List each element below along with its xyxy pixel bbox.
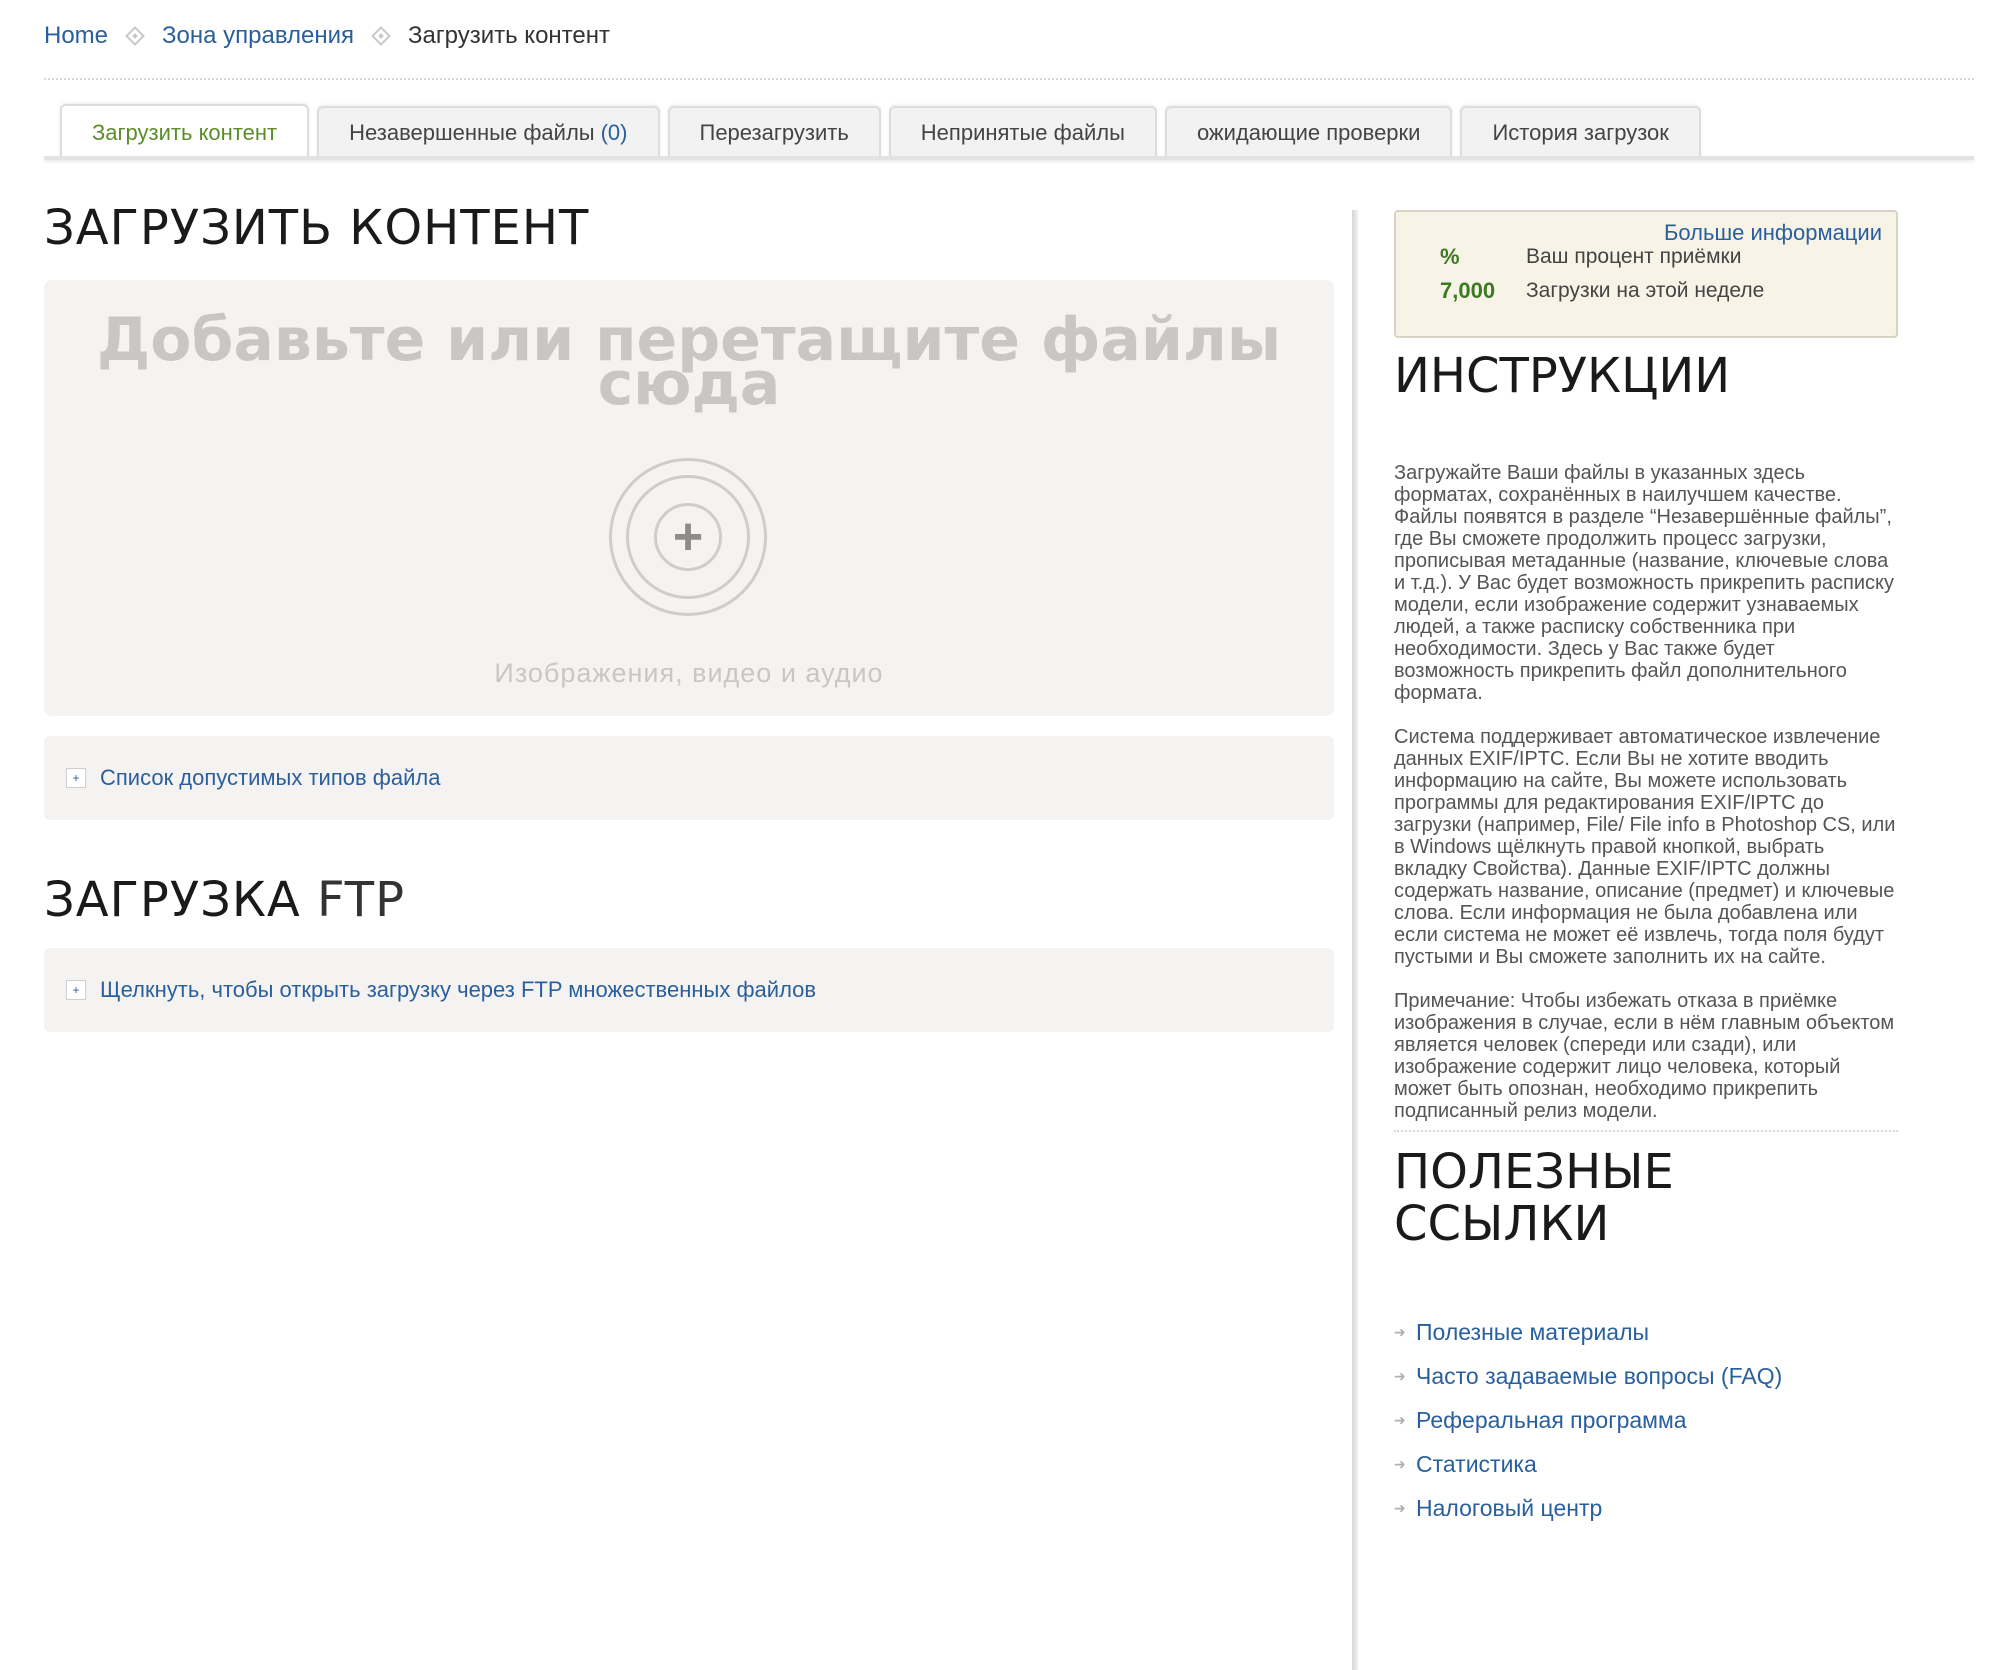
referral-program-link[interactable]: Реферальная программа — [1416, 1407, 1687, 1434]
stat-row: 7,000 Загрузки на этой неделе — [1440, 278, 1764, 304]
arrow-right-icon: ➜ — [1394, 1499, 1406, 1516]
dropzone-title: Добавьте или перетащите файлы сюда — [96, 305, 1282, 419]
tab-upload-content[interactable]: Загрузить контент — [60, 104, 310, 160]
tab-count-badge: (0) — [600, 120, 628, 145]
list-item: ➜ Статистика — [1394, 1442, 1898, 1486]
stat-row: % Ваш процент приёмки — [1440, 244, 1741, 270]
breadcrumb-separator-icon — [371, 26, 391, 46]
tab-rejected-files[interactable]: Непринятые файлы — [888, 106, 1157, 158]
tab-reupload[interactable]: Перезагрузить — [667, 106, 881, 158]
list-item: ➜ Налоговый центр — [1394, 1486, 1898, 1530]
more-info-link[interactable]: Больше информации — [1664, 220, 1882, 246]
arrow-right-icon: ➜ — [1394, 1367, 1406, 1384]
breadcrumb-zone-link[interactable]: Зона управления — [162, 22, 354, 50]
plus-icon: + — [654, 503, 722, 571]
instructions-paragraph: Примечание: Чтобы избежать отказа в приё… — [1394, 990, 1895, 1122]
page-title: ЗАГРУЗИТЬ КОНТЕНТ — [44, 200, 590, 256]
file-types-expander[interactable]: + Список допустимых типов файла — [44, 736, 1334, 820]
stat-label: Загрузки на этой неделе — [1526, 279, 1765, 302]
list-item: ➜ Полезные материалы — [1394, 1310, 1898, 1354]
stat-value: % — [1440, 244, 1460, 269]
tab-bar: Загрузить контент Незавершенные файлы (0)… — [60, 104, 1701, 160]
stat-value: 7,000 — [1440, 278, 1496, 303]
tab-label: Загрузить контент — [92, 120, 278, 145]
add-files-icon[interactable]: + — [609, 458, 767, 616]
sidebar: Больше информации % Ваш процент приёмки … — [1394, 210, 1898, 1530]
tab-label: Перезагрузить — [699, 120, 849, 145]
tab-label: Незавершенные файлы — [349, 120, 595, 145]
tab-bar-underline — [44, 156, 1974, 160]
useful-links-title: ПОЛЕЗНЫЕ ССЫЛКИ — [1394, 1146, 1898, 1250]
instructions-text: Загружайте Ваши файлы в указанных здесь … — [1394, 462, 1898, 1122]
tab-pending-review[interactable]: ожидающие проверки — [1164, 106, 1453, 158]
stat-label: Ваш процент приёмки — [1526, 245, 1742, 268]
ftp-section-title: ЗАГРУЗКА FTP — [44, 872, 1334, 928]
useful-materials-link[interactable]: Полезные материалы — [1416, 1319, 1649, 1346]
column-divider — [1352, 210, 1358, 1670]
breadcrumb-separator-icon — [125, 26, 145, 46]
arrow-right-icon: ➜ — [1394, 1411, 1406, 1428]
instructions-title: ИНСТРУКЦИИ — [1394, 348, 1731, 404]
instructions-paragraph: Загружайте Ваши файлы в указанных здесь … — [1394, 462, 1894, 704]
ftp-expander[interactable]: + Щелкнуть, чтобы открыть загрузку через… — [44, 948, 1334, 1032]
file-dropzone[interactable]: Добавьте или перетащите файлы сюда + Изо… — [44, 280, 1334, 716]
file-types-link[interactable]: Список допустимых типов файла — [100, 765, 440, 791]
statistics-link[interactable]: Статистика — [1416, 1451, 1537, 1478]
breadcrumb: Home Зона управления Загрузить контент — [44, 22, 610, 50]
tax-center-link[interactable]: Налоговый центр — [1416, 1495, 1602, 1522]
faq-link[interactable]: Часто задаваемые вопросы (FAQ) — [1416, 1363, 1782, 1390]
breadcrumb-current: Загрузить контент — [408, 22, 610, 49]
expand-icon: + — [66, 768, 86, 788]
list-item: ➜ Реферальная программа — [1394, 1398, 1898, 1442]
dropzone-subtitle: Изображения, видео и аудио — [494, 658, 884, 688]
ftp-upload-link[interactable]: Щелкнуть, чтобы открыть загрузку через F… — [100, 977, 816, 1003]
stats-box: Больше информации % Ваш процент приёмки … — [1394, 210, 1898, 338]
useful-links-title-line: ПОЛЕЗНЫЕ — [1394, 1144, 1674, 1200]
arrow-right-icon: ➜ — [1394, 1455, 1406, 1472]
tab-label: История загрузок — [1492, 120, 1669, 145]
ftp-title-bold: ЗАГРУЗКА — [44, 872, 301, 928]
useful-links-title-line: ССЫЛКИ — [1394, 1196, 1610, 1252]
ftp-title-light: FTP — [317, 872, 406, 928]
useful-links-list: ➜ Полезные материалы ➜ Часто задаваемые во… — [1394, 1310, 1898, 1530]
arrow-right-icon: ➜ — [1394, 1323, 1406, 1340]
tab-unfinished-files[interactable]: Незавершенные файлы (0) — [317, 106, 660, 158]
instructions-paragraph: Система поддерживает автоматическое извл… — [1394, 726, 1896, 968]
expand-icon: + — [66, 980, 86, 1000]
list-item: ➜ Часто задаваемые вопросы (FAQ) — [1394, 1354, 1898, 1398]
top-divider — [44, 78, 1974, 80]
sidebar-divider — [1394, 1130, 1898, 1132]
breadcrumb-home-link[interactable]: Home — [44, 22, 108, 50]
tab-label: ожидающие проверки — [1196, 120, 1421, 145]
tab-upload-history[interactable]: История загрузок — [1460, 106, 1701, 158]
main-content: ЗАГРУЗИТЬ КОНТЕНТ Добавьте или перетащит… — [44, 200, 1334, 1032]
tab-label: Непринятые файлы — [920, 120, 1125, 145]
